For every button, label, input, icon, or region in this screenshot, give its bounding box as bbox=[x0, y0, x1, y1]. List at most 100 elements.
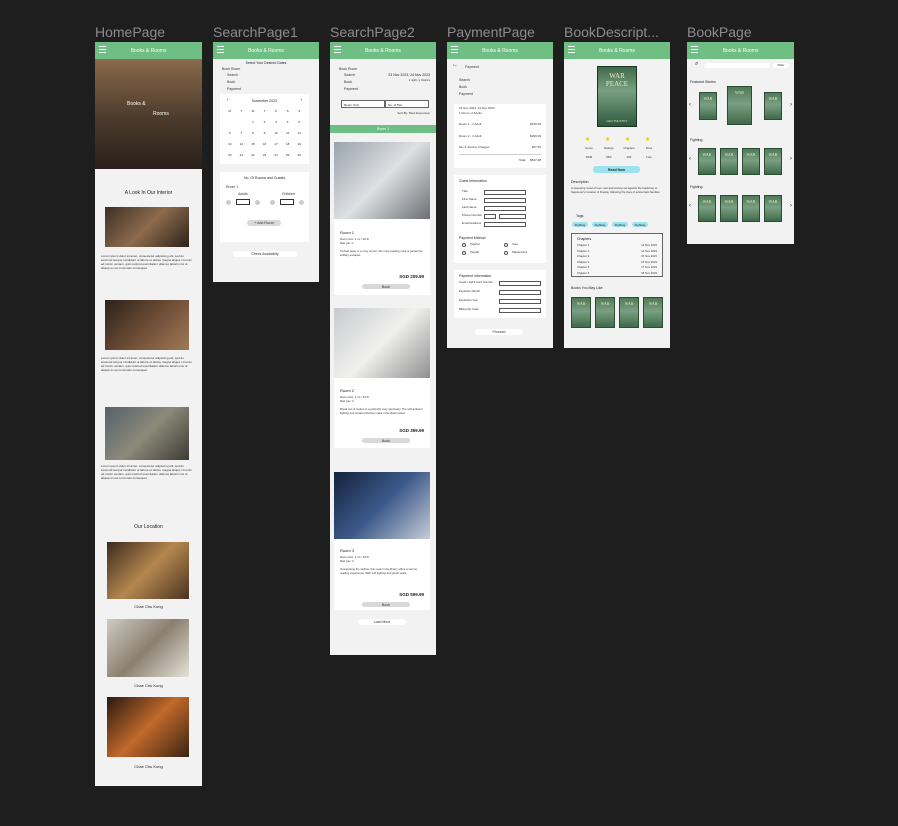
menu-icon[interactable] bbox=[217, 46, 224, 53]
section1-book-1[interactable] bbox=[698, 148, 716, 175]
section1-book-2[interactable] bbox=[720, 148, 738, 175]
menu-icon[interactable] bbox=[334, 46, 341, 53]
calendar-day[interactable]: 2 bbox=[259, 120, 271, 124]
calendar-day[interactable]: 20 bbox=[224, 153, 236, 157]
book-button-3[interactable]: Book bbox=[362, 602, 410, 607]
step-search[interactable]: Search bbox=[227, 73, 238, 78]
calendar-day[interactable]: 13 bbox=[224, 142, 236, 146]
calendar-day[interactable]: 17 bbox=[270, 142, 282, 146]
step-book[interactable]: Book bbox=[227, 80, 235, 85]
similar-book-2[interactable] bbox=[595, 297, 615, 328]
payment-method-radio[interactable] bbox=[462, 251, 466, 255]
proceed-button[interactable]: Proceed bbox=[475, 329, 523, 335]
step-payment[interactable]: Payment bbox=[227, 87, 241, 92]
step-book[interactable]: Book bbox=[459, 85, 467, 90]
featured-next-icon[interactable]: › bbox=[790, 102, 792, 108]
similar-book-1[interactable] bbox=[571, 297, 591, 328]
room-count-select[interactable]: Room Only bbox=[341, 100, 385, 108]
book-button-2[interactable]: Book bbox=[362, 438, 410, 443]
section2-next-icon[interactable]: › bbox=[790, 203, 792, 209]
book-button-1[interactable]: Book bbox=[362, 284, 410, 289]
add-room-button[interactable]: + Add Room bbox=[247, 220, 281, 226]
card-field-input[interactable] bbox=[499, 299, 541, 304]
section2-book-1[interactable] bbox=[698, 195, 716, 222]
search-icon[interactable]: ⌕ bbox=[695, 61, 698, 68]
featured-prev-icon[interactable]: ‹ bbox=[689, 102, 691, 108]
step-search[interactable]: Search bbox=[459, 78, 470, 83]
step-payment[interactable]: Payment bbox=[459, 92, 473, 97]
featured-book-1[interactable] bbox=[699, 92, 717, 120]
next-month-icon[interactable]: › bbox=[300, 97, 302, 103]
section1-book-4[interactable] bbox=[764, 148, 782, 175]
calendar-day[interactable]: 15 bbox=[247, 142, 259, 146]
calendar-day[interactable]: 8 bbox=[247, 131, 259, 135]
load-more-button[interactable]: Load More bbox=[358, 619, 406, 625]
menu-icon[interactable] bbox=[99, 46, 106, 53]
read-now-button[interactable]: Read Now bbox=[593, 166, 640, 173]
chapter-item[interactable]: Chapter 2 bbox=[577, 249, 589, 254]
tag-chip[interactable]: Fighting bbox=[572, 222, 588, 227]
calendar-day[interactable]: 25 bbox=[282, 153, 294, 157]
phone-number-input[interactable] bbox=[499, 214, 526, 219]
similar-book-4[interactable] bbox=[643, 297, 663, 328]
section2-prev-icon[interactable]: ‹ bbox=[689, 203, 691, 209]
step-payment[interactable]: Payment bbox=[344, 87, 358, 92]
featured-book-2[interactable] bbox=[727, 86, 752, 125]
tag-chip[interactable]: Fighting bbox=[592, 222, 608, 227]
children-plus-button[interactable] bbox=[299, 200, 304, 205]
calendar-day[interactable]: 10 bbox=[270, 131, 282, 135]
calendar-day[interactable]: 11 bbox=[282, 131, 294, 135]
section1-book-3[interactable] bbox=[742, 148, 760, 175]
children-minus-button[interactable] bbox=[270, 200, 275, 205]
card-field-input[interactable] bbox=[499, 290, 541, 295]
section2-book-3[interactable] bbox=[742, 195, 760, 222]
chapter-item[interactable]: Chapter 6 bbox=[577, 271, 589, 276]
calendar-day[interactable]: 26 bbox=[293, 153, 305, 157]
room-tab[interactable]: Room 1 bbox=[330, 125, 436, 133]
calendar-day[interactable]: 7 bbox=[236, 131, 248, 135]
section1-prev-icon[interactable]: ‹ bbox=[689, 156, 691, 162]
payment-method-radio[interactable] bbox=[504, 243, 508, 247]
calendar-day[interactable]: 3 bbox=[270, 120, 282, 124]
calendar-day[interactable]: 12 bbox=[293, 131, 305, 135]
tag-chip[interactable]: Fighting bbox=[612, 222, 628, 227]
calendar-day[interactable]: 21 bbox=[236, 153, 248, 157]
guest-field-input[interactable] bbox=[484, 222, 526, 227]
step-book[interactable]: Book bbox=[344, 80, 352, 85]
payment-method-radio[interactable] bbox=[504, 251, 508, 255]
chapter-item[interactable]: Chapter 3 bbox=[577, 254, 589, 259]
menu-icon[interactable] bbox=[451, 46, 458, 53]
calendar-day[interactable]: 9 bbox=[259, 131, 271, 135]
section1-next-icon[interactable]: › bbox=[790, 156, 792, 162]
guest-field-input[interactable] bbox=[484, 206, 526, 211]
check-availability-button[interactable]: Check Availability bbox=[233, 251, 297, 257]
calendar-day[interactable]: 24 bbox=[270, 153, 282, 157]
similar-book-3[interactable] bbox=[619, 297, 639, 328]
adults-plus-button[interactable] bbox=[255, 200, 260, 205]
search-input[interactable] bbox=[705, 63, 770, 68]
calendar-day[interactable]: 1 bbox=[247, 120, 259, 124]
card-field-input[interactable] bbox=[499, 281, 541, 286]
section2-book-2[interactable] bbox=[720, 195, 738, 222]
chapter-item[interactable]: Chapter 5 bbox=[577, 265, 589, 270]
guest-field-input[interactable] bbox=[484, 214, 496, 219]
calendar-day[interactable]: 23 bbox=[259, 153, 271, 157]
menu-icon[interactable] bbox=[691, 46, 698, 53]
payment-method-radio[interactable] bbox=[462, 243, 466, 247]
calendar-day[interactable]: 22 bbox=[247, 153, 259, 157]
chapter-item[interactable]: Chapter 1 bbox=[577, 243, 589, 248]
calendar-day[interactable]: 5 bbox=[293, 120, 305, 124]
section2-book-4[interactable] bbox=[764, 195, 782, 222]
calendar-day[interactable]: 18 bbox=[282, 142, 294, 146]
children-stepper[interactable] bbox=[280, 199, 294, 205]
chapter-item[interactable]: Chapter 4 bbox=[577, 260, 589, 265]
calendar-day[interactable]: 19 bbox=[293, 142, 305, 146]
calendar-day[interactable]: 4 bbox=[282, 120, 294, 124]
calendar-day[interactable]: 16 bbox=[259, 142, 271, 146]
calendar-day[interactable]: 14 bbox=[236, 142, 248, 146]
adults-minus-button[interactable] bbox=[226, 200, 231, 205]
sort-dropdown[interactable]: Sort By: Most Expensive bbox=[397, 111, 430, 116]
back-arrow-icon[interactable]: ← bbox=[452, 62, 458, 68]
pax-select[interactable]: No. of Pax bbox=[385, 100, 429, 108]
guest-field-input[interactable] bbox=[484, 190, 526, 195]
